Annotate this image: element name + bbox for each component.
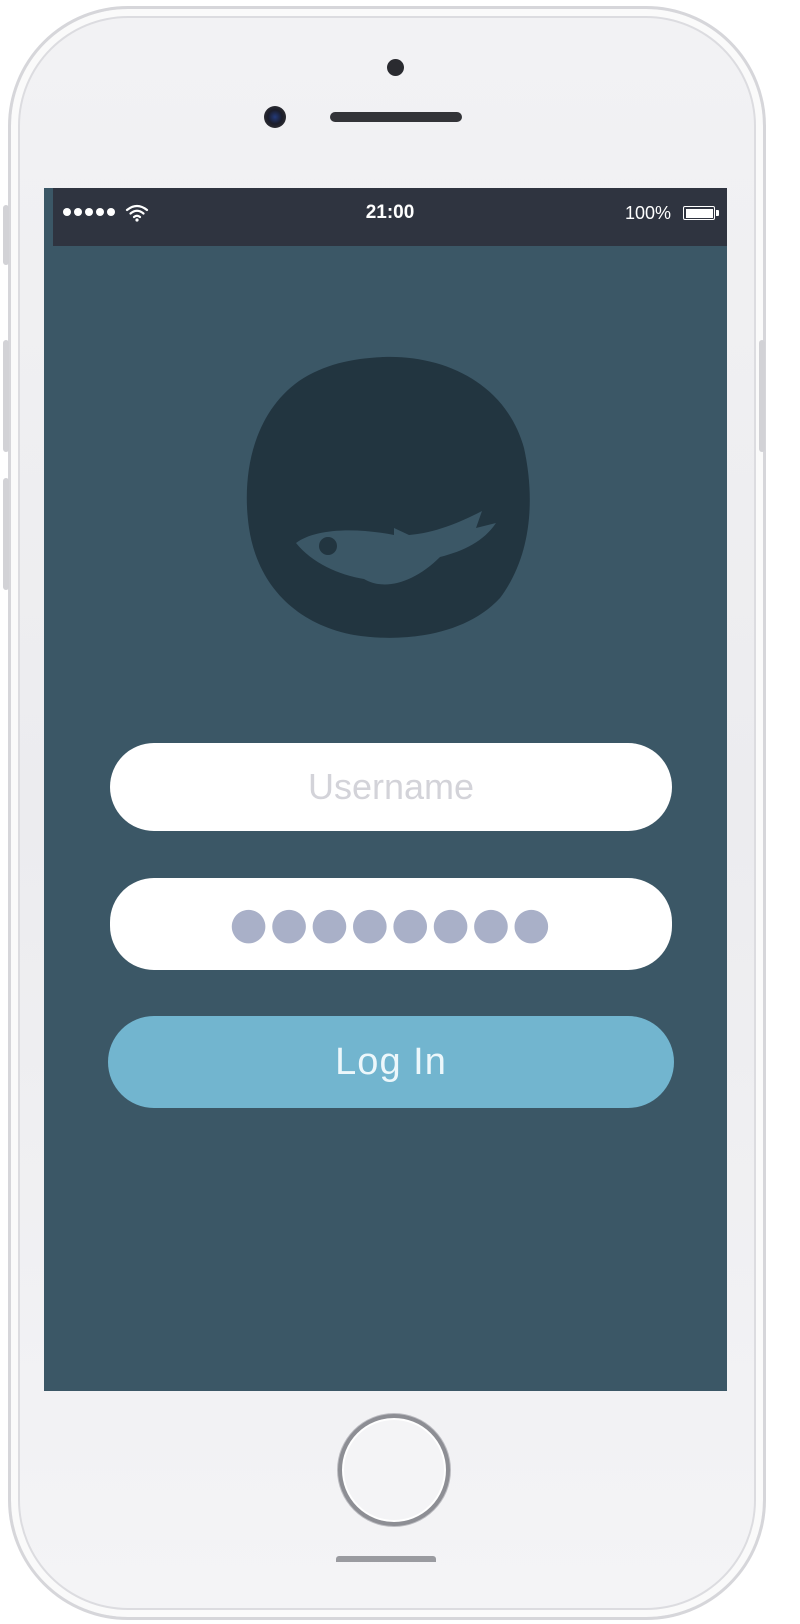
home-button[interactable] (338, 1414, 450, 1526)
battery-icon (683, 206, 719, 220)
status-bar: 21:00 100% (53, 188, 727, 246)
password-input[interactable]: ●●●●●●●● (110, 878, 672, 970)
battery-percent: 100% (624, 203, 671, 223)
fish-logo-icon (246, 356, 530, 638)
login-button[interactable]: Log In (108, 1016, 674, 1108)
password-masked-value: ●●●●●●●● (229, 898, 553, 949)
volume-down-button[interactable] (3, 478, 9, 590)
mute-switch[interactable] (3, 205, 9, 265)
earpiece-speaker (330, 112, 462, 122)
username-input[interactable] (110, 743, 672, 831)
volume-up-button[interactable] (3, 340, 9, 452)
app-screen: 21:00 100% ●●●●●●●● Log In (44, 188, 727, 1391)
front-camera (264, 106, 286, 128)
proximity-sensor (387, 59, 404, 76)
power-button[interactable] (759, 340, 765, 452)
charging-port (336, 1556, 436, 1562)
